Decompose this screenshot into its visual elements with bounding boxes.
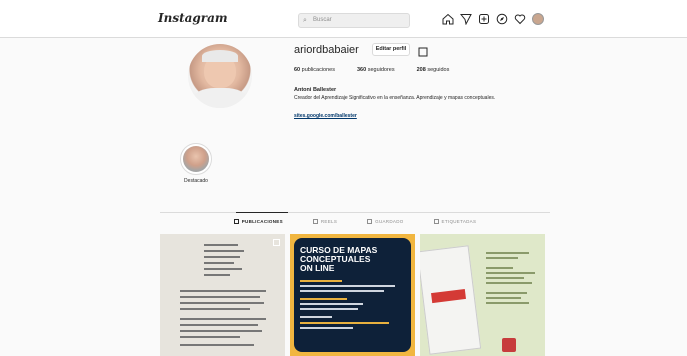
profile-picture[interactable]: [188, 44, 252, 108]
logo-badge: [502, 338, 516, 352]
post-thumbnail[interactable]: [420, 234, 545, 356]
home-icon[interactable]: [442, 13, 454, 25]
profile-bio: Creador del Aprendizaje Significativo en…: [294, 95, 496, 101]
settings-gear-icon[interactable]: [418, 44, 428, 57]
profile-link[interactable]: sites.google.com/ballester: [294, 113, 357, 119]
tab-tagged[interactable]: ETIQUETADAS: [433, 219, 477, 224]
tabs-divider: [160, 212, 550, 213]
activity-heart-icon[interactable]: [514, 13, 526, 25]
highlight-label: Destacado: [184, 178, 208, 184]
grid-icon: [233, 219, 239, 224]
post-thumbnail[interactable]: [160, 234, 285, 356]
profile-username: ariordbabaier: [294, 44, 359, 56]
top-navigation-bar: Instagram ⌕ Buscar: [0, 0, 687, 38]
search-icon: ⌕: [303, 17, 307, 24]
profile-stats: 60 publicaciones 360 seguidores 208 segu…: [294, 67, 449, 73]
reels-icon: [312, 219, 318, 224]
multiple-photos-icon: [273, 239, 280, 246]
search-input[interactable]: ⌕ Buscar: [298, 13, 410, 28]
explore-compass-icon[interactable]: [496, 13, 508, 25]
profile-avatar-icon[interactable]: [532, 13, 544, 25]
profile-tabs: PUBLICACIONES REELS GUARDADO ETIQUETADAS: [160, 219, 550, 224]
new-post-icon[interactable]: [478, 13, 490, 25]
highlight-cover[interactable]: [180, 143, 212, 175]
stat-following[interactable]: 208 seguidos: [417, 67, 450, 73]
bookmark-icon: [367, 219, 373, 224]
edit-profile-button[interactable]: Editar perfil: [372, 43, 410, 56]
tab-posts[interactable]: PUBLICACIONES: [233, 219, 283, 224]
tab-saved[interactable]: GUARDADO: [367, 219, 403, 224]
nav-icons: [442, 13, 544, 25]
direct-message-icon[interactable]: [460, 13, 472, 25]
tab-reels[interactable]: REELS: [312, 219, 337, 224]
stat-posts: 60 publicaciones: [294, 67, 335, 73]
instagram-logo[interactable]: Instagram: [158, 11, 228, 25]
search-placeholder: Buscar: [313, 17, 332, 23]
tagged-icon: [433, 219, 439, 224]
active-tab-indicator: [236, 212, 288, 213]
posts-grid: CURSO DE MAPAS CONCEPTUALES ON LINE: [160, 234, 545, 356]
post-title-text: CURSO DE MAPAS CONCEPTUALES ON LINE: [300, 245, 378, 273]
stat-followers[interactable]: 360 seguidores: [357, 67, 395, 73]
post-thumbnail[interactable]: CURSO DE MAPAS CONCEPTUALES ON LINE: [290, 234, 415, 356]
profile-full-name: Antoni Ballester: [294, 87, 337, 93]
story-highlight[interactable]: Destacado: [178, 143, 214, 184]
